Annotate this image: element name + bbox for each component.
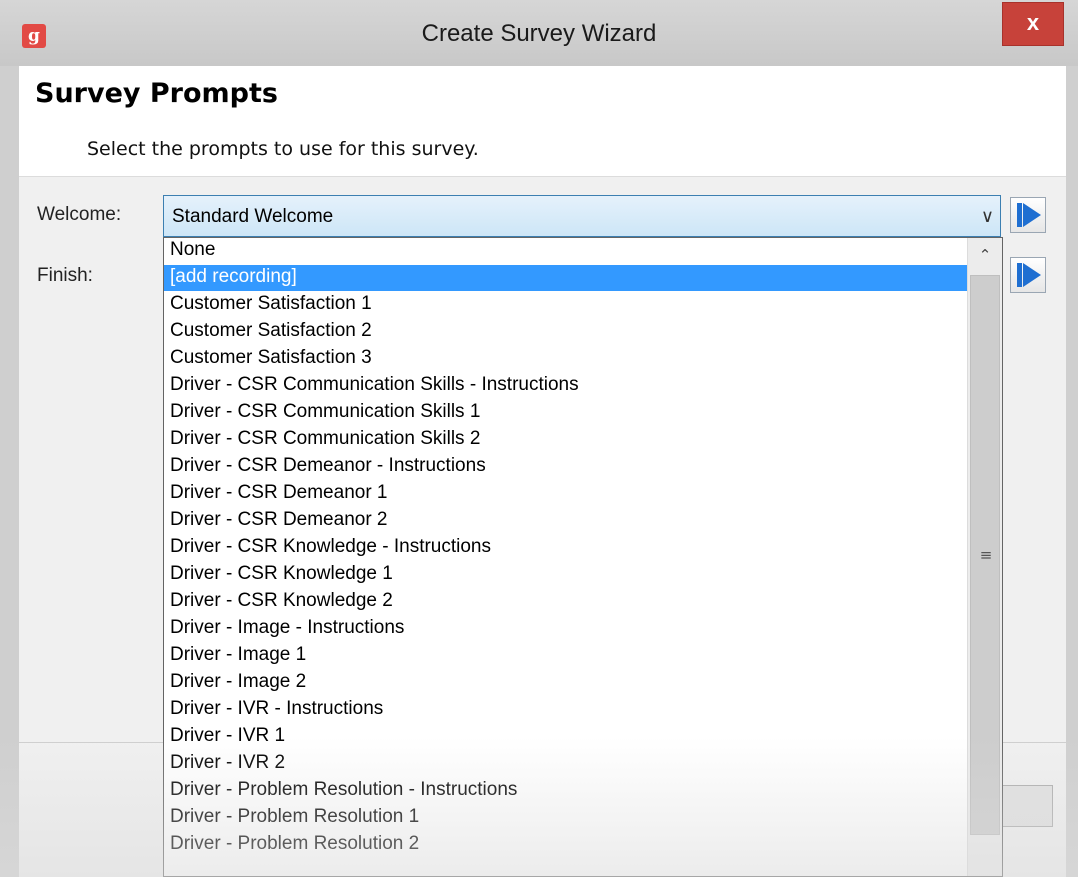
- dropdown-option[interactable]: Driver - Image 2: [164, 670, 968, 696]
- welcome-selected-value: Standard Welcome: [172, 206, 334, 227]
- dropdown-option[interactable]: Driver - IVR 1: [164, 724, 968, 750]
- dropdown-option[interactable]: Driver - Image 1: [164, 643, 968, 669]
- dropdown-option[interactable]: Driver - CSR Knowledge 2: [164, 589, 968, 615]
- play-icon: [1017, 203, 1041, 227]
- play-finish-button[interactable]: [1010, 257, 1046, 293]
- dropdown-option[interactable]: Customer Satisfaction 1: [164, 292, 968, 318]
- prompt-dropdown-list[interactable]: None [add recording] Customer Satisfaction…: [163, 237, 1003, 877]
- dropdown-option[interactable]: Driver - CSR Knowledge 1: [164, 562, 968, 588]
- window-title: Create Survey Wizard: [421, 20, 657, 47]
- play-welcome-button[interactable]: [1010, 197, 1046, 233]
- window-frame: g Create Survey Wizard x Survey Prompts …: [0, 0, 1078, 877]
- dropdown-scrollbar[interactable]: ⌃ ≡: [967, 238, 1002, 876]
- finish-label: Finish:: [37, 265, 93, 286]
- welcome-label: Welcome:: [37, 204, 122, 225]
- dropdown-option[interactable]: Driver - CSR Communication Skills 2: [164, 427, 968, 453]
- wizard-client-area: Survey Prompts Select the prompts to use…: [19, 66, 1066, 877]
- welcome-prompt-select[interactable]: Standard Welcome ∨: [163, 195, 1001, 237]
- chevron-down-icon[interactable]: ∨: [981, 206, 994, 227]
- grip-icon: ≡: [979, 546, 993, 564]
- dropdown-option[interactable]: Driver - Problem Resolution 2: [164, 832, 968, 858]
- dropdown-option[interactable]: Driver - CSR Demeanor 2: [164, 508, 968, 534]
- close-button[interactable]: x: [1002, 2, 1064, 46]
- dropdown-option[interactable]: Driver - CSR Communication Skills 1: [164, 400, 968, 426]
- dropdown-option[interactable]: Driver - CSR Knowledge - Instructions: [164, 535, 968, 561]
- wizard-header: Survey Prompts Select the prompts to use…: [19, 66, 1066, 177]
- scroll-thumb[interactable]: ≡: [970, 275, 1000, 835]
- play-icon: [1017, 263, 1041, 287]
- dropdown-option[interactable]: [add recording]: [164, 265, 968, 291]
- dropdown-option[interactable]: Driver - IVR - Instructions: [164, 697, 968, 723]
- dropdown-option[interactable]: Driver - CSR Demeanor 1: [164, 481, 968, 507]
- dropdown-option[interactable]: Driver - Image - Instructions: [164, 616, 968, 642]
- dropdown-option[interactable]: Driver - Problem Resolution 1: [164, 805, 968, 831]
- dropdown-option[interactable]: Driver - Problem Resolution - Instructio…: [164, 778, 968, 804]
- page-title: Survey Prompts: [35, 78, 278, 109]
- page-subtitle: Select the prompts to use for this surve…: [87, 138, 479, 160]
- dropdown-option[interactable]: Customer Satisfaction 3: [164, 346, 968, 372]
- scroll-up-arrow-icon[interactable]: ⌃: [968, 238, 1002, 272]
- dropdown-option[interactable]: Driver - CSR Demeanor - Instructions: [164, 454, 968, 480]
- dropdown-option[interactable]: Driver - CSR Communication Skills - Inst…: [164, 373, 968, 399]
- dropdown-option[interactable]: Customer Satisfaction 2: [164, 319, 968, 345]
- title-bar: g Create Survey Wizard x: [0, 0, 1078, 66]
- dropdown-option[interactable]: None: [164, 238, 968, 264]
- dropdown-option[interactable]: Driver - IVR 2: [164, 751, 968, 777]
